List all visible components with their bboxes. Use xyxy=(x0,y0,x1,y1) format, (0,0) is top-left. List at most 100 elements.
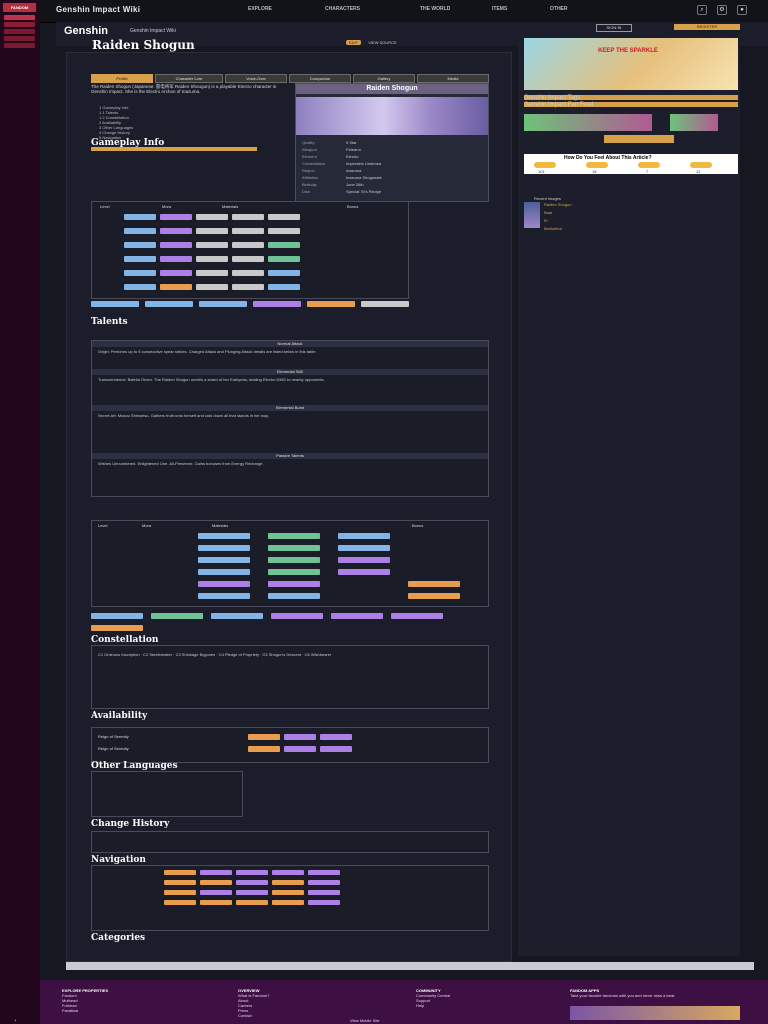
nav-character-cell[interactable] xyxy=(272,870,304,875)
nav-the-world[interactable]: THE WORLD xyxy=(420,6,450,12)
nav-character-cell[interactable] xyxy=(200,900,232,905)
material-cell[interactable] xyxy=(268,545,320,551)
material-cell[interactable] xyxy=(160,214,192,220)
rail-button-2[interactable] xyxy=(4,22,35,27)
material-cell[interactable] xyxy=(196,256,228,262)
material-cell[interactable] xyxy=(268,284,300,290)
material-cell[interactable] xyxy=(198,545,250,551)
view-mobile-site-link[interactable]: View Mobile Site xyxy=(350,1018,380,1023)
register-button[interactable]: REGISTER xyxy=(674,24,740,30)
banner-cell[interactable] xyxy=(320,734,352,740)
nav-character-cell[interactable] xyxy=(272,890,304,895)
nav-character-cell[interactable] xyxy=(164,880,196,885)
material-cell[interactable] xyxy=(408,581,460,587)
material-cell[interactable] xyxy=(196,242,228,248)
material-cell[interactable] xyxy=(268,569,320,575)
nav-character-cell[interactable] xyxy=(236,890,268,895)
material-cell[interactable] xyxy=(196,284,228,290)
nav-character-cell[interactable] xyxy=(236,880,268,885)
rail-button-3[interactable] xyxy=(4,29,35,34)
material-cell[interactable] xyxy=(160,242,192,248)
fan-feed-thumbnail[interactable] xyxy=(524,114,652,131)
nav-character-cell[interactable] xyxy=(308,870,340,875)
edit-button[interactable]: EDIT xyxy=(346,40,362,45)
notification-icon[interactable]: ● xyxy=(737,5,747,15)
material-cell[interactable] xyxy=(198,593,250,599)
view-source-link[interactable]: VIEW SOURCE xyxy=(368,40,396,45)
banner-cell[interactable] xyxy=(320,746,352,752)
nav-explore[interactable]: EXPLORE xyxy=(248,6,272,12)
material-cell[interactable] xyxy=(124,256,156,262)
recent-link[interactable]: Baal xyxy=(544,210,552,215)
material-cell[interactable] xyxy=(124,228,156,234)
material-cell[interactable] xyxy=(268,557,320,563)
nav-other[interactable]: OTHER xyxy=(550,6,568,12)
rail-button-4[interactable] xyxy=(4,36,35,41)
banner-cell[interactable] xyxy=(248,746,280,752)
tab-character-lore[interactable]: Character Lore xyxy=(155,74,223,83)
fan-feed-thumbnail[interactable] xyxy=(670,114,718,131)
tags-bar[interactable]: Genshin Impact Tags xyxy=(524,95,738,101)
material-cell[interactable] xyxy=(268,228,300,234)
nav-character-cell[interactable] xyxy=(308,880,340,885)
summary-cell[interactable] xyxy=(91,301,139,307)
material-cell[interactable] xyxy=(232,270,264,276)
emoji-sad-icon[interactable] xyxy=(690,162,712,168)
material-cell[interactable] xyxy=(196,270,228,276)
material-cell[interactable] xyxy=(198,581,250,587)
material-cell[interactable] xyxy=(232,256,264,262)
material-cell[interactable] xyxy=(268,581,320,587)
emoji-smile-icon[interactable] xyxy=(586,162,608,168)
summary-cell[interactable] xyxy=(91,625,143,631)
material-cell[interactable] xyxy=(232,284,264,290)
nav-character-cell[interactable] xyxy=(272,900,304,905)
summary-cell[interactable] xyxy=(271,613,323,619)
material-cell[interactable] xyxy=(268,256,300,262)
material-cell[interactable] xyxy=(160,270,192,276)
footer-app-banner[interactable] xyxy=(570,1006,740,1020)
emoji-love-icon[interactable] xyxy=(534,162,556,168)
footer-link[interactable]: Fanatical xyxy=(62,1008,108,1013)
nav-character-cell[interactable] xyxy=(308,890,340,895)
material-cell[interactable] xyxy=(268,242,300,248)
material-cell[interactable] xyxy=(196,214,228,220)
material-cell[interactable] xyxy=(232,214,264,220)
summary-cell[interactable] xyxy=(91,613,143,619)
nav-character-cell[interactable] xyxy=(164,890,196,895)
nav-character-cell[interactable] xyxy=(200,880,232,885)
tab-companion[interactable]: Companion xyxy=(289,74,351,83)
nav-character-cell[interactable] xyxy=(200,870,232,875)
summary-cell[interactable] xyxy=(307,301,355,307)
summary-cell[interactable] xyxy=(253,301,301,307)
nav-character-cell[interactable] xyxy=(164,870,196,875)
fan-feed-thumbnail[interactable] xyxy=(604,135,674,143)
material-cell[interactable] xyxy=(408,593,460,599)
material-cell[interactable] xyxy=(338,557,390,563)
rail-button-1[interactable] xyxy=(4,15,35,20)
summary-cell[interactable] xyxy=(145,301,193,307)
banner-cell[interactable] xyxy=(248,734,280,740)
material-cell[interactable] xyxy=(198,569,250,575)
banner-cell[interactable] xyxy=(284,746,316,752)
material-cell[interactable] xyxy=(124,214,156,220)
footer-link[interactable]: Contact xyxy=(238,1013,269,1018)
nav-character-cell[interactable] xyxy=(164,900,196,905)
emoji-neutral-icon[interactable] xyxy=(638,162,660,168)
tab-profile[interactable]: Profile xyxy=(91,74,153,83)
nav-character-cell[interactable] xyxy=(308,900,340,905)
material-cell[interactable] xyxy=(268,533,320,539)
recent-link[interactable]: Ei xyxy=(544,218,548,223)
fan-feed-bar[interactable]: Genshin Impact Fan Feed xyxy=(524,102,738,108)
summary-cell[interactable] xyxy=(199,301,247,307)
recent-image-thumbnail[interactable] xyxy=(524,202,540,228)
material-cell[interactable] xyxy=(160,284,192,290)
material-cell[interactable] xyxy=(124,242,156,248)
summary-cell[interactable] xyxy=(151,613,203,619)
nav-character-cell[interactable] xyxy=(272,880,304,885)
sign-in-button[interactable]: SIGN IN xyxy=(596,24,632,32)
material-cell[interactable] xyxy=(338,569,390,575)
material-cell[interactable] xyxy=(160,256,192,262)
nav-items[interactable]: ITEMS xyxy=(492,6,507,12)
material-cell[interactable] xyxy=(338,545,390,551)
material-cell[interactable] xyxy=(338,533,390,539)
